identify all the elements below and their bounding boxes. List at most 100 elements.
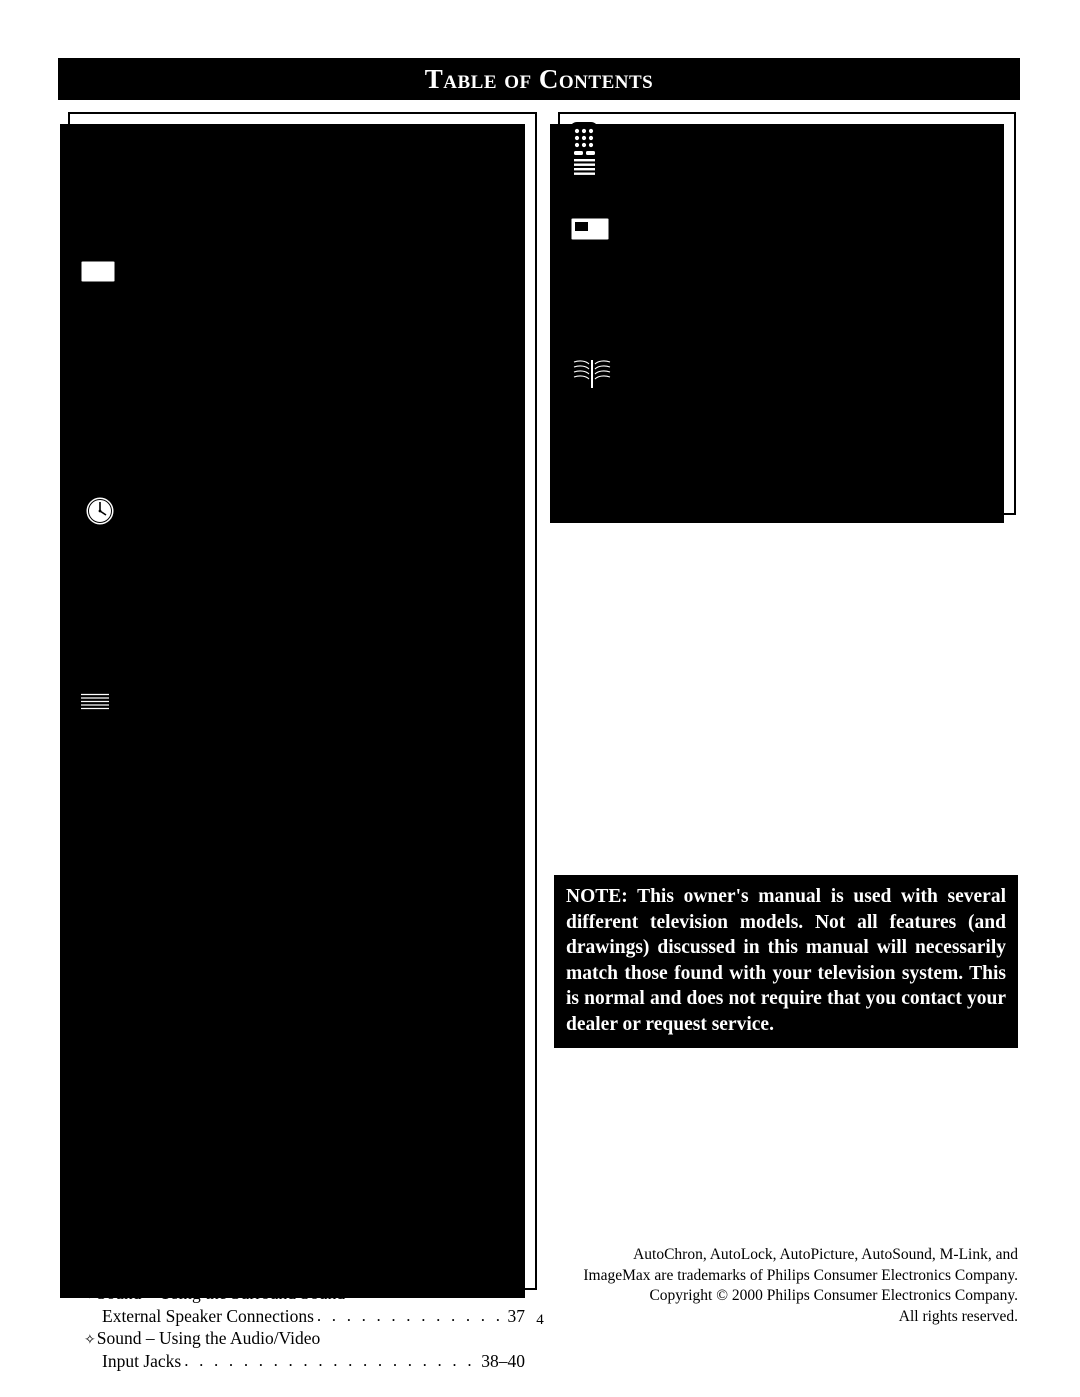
toc-entry-page-number: 10 [507,417,526,438]
toc-entry-label: Leveler) [102,1124,162,1145]
toc-entry[interactable]: ✧ Remote Control – Using AutoSoundTM. . .… [610,166,1004,191]
toc-entry[interactable]: ✧Turning ON the Dynamic Noise Reduction.… [84,324,525,347]
toc-entry[interactable]: ✧ Table of Contents. . . . . . . . . . . … [84,189,525,212]
toc-entry-label: Glossary of Television Terms [586,397,793,418]
toc-entry[interactable]: ✧ Glossary of Television Terms. . . . . .… [574,397,1004,420]
toc-entry[interactable]: ✧Sound – Using the TV Speaker Control. .… [84,1238,525,1261]
toc-entry[interactable]: ✧ AutoLockTM – Blocking by TV Rating. . .… [84,796,525,821]
toc-entry[interactable]: and Audio Output Jacks. . . . . . . . . … [78,1261,525,1282]
toc-entry[interactable]: ✧AutoLockTM – Blocking Broadcasts That. … [84,894,525,919]
toc-entry[interactable]: ✧ The Timer – Setting the Start Time. . .… [84,532,525,555]
toc-entry[interactable]: External Speaker Connections. . . . . . … [78,1306,525,1327]
toc-entry-label: Understanding AutoLockTM [132,697,327,718]
dot-leader: . . . . . . . . . . . . . . . . . . . . … [340,142,515,161]
toc-entry[interactable]: ✧Sound – Using the AVL (Audio Volume. . … [84,1102,525,1125]
toc-entry-page-number: 35 [507,1214,526,1235]
toc-entry[interactable]: ✧ Factory Service Locations. . . . . . . … [574,444,1004,467]
toc-entry[interactable]: ✧ Welcome/Registration of Your TV. . . . … [84,142,525,165]
toc-entry[interactable]: ✧ AutoLockTM – Blocking Channels. . . . .… [84,746,525,771]
toc-entry-label: Using the Closed Captioning Control [96,394,358,415]
toc-entry[interactable]: SAP (Second Audio Program). . . . . . . … [78,1193,525,1214]
diamond-bullet-icon: ✧ [120,513,132,529]
toc-entry-page-number: 26 [507,872,526,893]
toc-entry-page-number: 33 [507,1146,526,1167]
toc-entry[interactable]: ✧ The Timer – Setting Activate to ON or O… [84,626,525,649]
toc-entry[interactable]: Broadcasts. . . . . . . . . . . . . . . … [78,872,525,893]
dot-leader: . . . . . . . . . . . . . . . . . . . . … [399,722,507,742]
toc-entry[interactable]: ✧ Turning ON the ImageMaxTM Control. . . … [84,369,525,394]
toc-entry[interactable]: ✧ Remote Control – Using AutoPictureTM. .… [610,141,1004,166]
toc-entry[interactable]: ✧ Sound – Using Incredible Surround. . . … [84,1146,525,1169]
toc-entry[interactable]: Leveler). . . . . . . . . . . . . . . . … [78,1125,525,1146]
dot-leader: . . . . . . . . . . . . . . . . . . . . … [230,165,515,185]
toc-entry[interactable]: ✧ Safety/Precautions. . . . . . . . . . .… [84,165,525,188]
toc-entry[interactable]: ✧ AutoLockTM – Turning Block ON or OFF. .… [84,822,525,847]
toc-entry[interactable]: ✧ PIP – Adjusting the Color and Tint. . .… [574,306,1004,329]
toc-entry[interactable]: ✧Sound – Using the Audio/Video. . . . . … [84,1328,525,1351]
diamond-bullet-icon: ✧ [574,449,586,465]
toc-entry[interactable]: ✧ PIP – More Connections. . . . . . . . .… [574,330,1004,353]
toc-entry[interactable]: ✧ The Timer – Selecting the Channel. . . … [84,579,525,602]
toc-entry-page-number: 4 [516,188,525,209]
toc-entry-label: Turning ON the Dynamic Noise Reduction [96,324,398,345]
diamond-bullet-icon: ✧ [574,311,586,327]
dot-leader: . . . . . . . . . . . . . . . . . . . . … [348,1146,507,1166]
dot-leader: . . . . . . . . . . . . . . . . . . . . … [348,508,506,528]
toc-entry-page-number: 21 [507,722,526,743]
toc-entry[interactable]: ✧ The Timer – Setting the Clock. . . . . … [120,509,525,532]
toc-entry[interactable]: Control. . . . . . . . . . . . . . . . .… [78,347,525,368]
diamond-bullet-icon: ✧ [120,283,132,299]
toc-entry-label: Input Jacks [102,1351,182,1372]
toc-entry[interactable]: ✧ Adjusting the Picture. . . . . . . . . … [120,279,525,302]
toc-entry[interactable]: ✧ Using the Sleep Timer Control. . . . . … [84,464,525,487]
toc-entry[interactable]: ✧AutoLockTM – Blocking Unrated. . . . . … [84,847,525,872]
toc-entry-label: Sound – Setting the TV for Stereo and [96,1169,365,1190]
toc-entry[interactable]: ✧ Using the Closed Captioning Control. . … [84,394,525,417]
toc-entry[interactable]: ✧ PIP – Selecting the Signal Source. . . … [574,259,1004,282]
dot-leader: . . . . . . . . . . . . . . . . . . . . … [360,394,515,414]
diamond-bullet-icon: ✧ [574,472,586,488]
diamond-bullet-icon: ✧ [84,422,96,438]
diamond-bullet-icon: ✧ [84,193,96,209]
toc-entry[interactable]: ✧Sound – Setting the TV for Stereo and. … [84,1170,525,1193]
toc-entry[interactable]: ✧ Remote Control – Using Channel Surf. . … [574,192,1004,215]
toc-entry[interactable]: ✧AutoLockTM – Viewing Blocked. . . . . .… [84,966,525,991]
toc-entry[interactable]: ✧ PIP – Basic Connections. . . . . . . . … [610,236,1004,259]
toc-entry-page-number: 7 [516,347,525,368]
toc-entry[interactable]: Programming. . . . . . . . . . . . . . .… [78,991,525,1012]
toc-entry-label: AutoLockTM – Reviewing Your Settings [96,942,376,963]
dot-leader: . . . . . . . . . . . . . . . . . . . . … [181,872,507,892]
toc-entry[interactable]: ✧ AutoLockTM – Reviewing Your Settings. .… [84,940,525,965]
toc-entry[interactable]: ✧ The Timer – Selecting the Tuner. . . . … [84,602,525,625]
diamond-bullet-icon: ✧ [84,329,96,345]
toc-entry-label: The Timer – Selecting the Tuner [96,602,324,623]
toc-entry[interactable]: ✧ Sound – Setting the Volume. . . . . . .… [84,1078,525,1101]
toc-entry-page-number: 29 [507,990,526,1011]
toc-entry[interactable]: Have No Rating. . . . . . . . . . . . . … [78,919,525,940]
toc-entry[interactable]: ✧ AutoLockTM – Setting Up the Access Code… [84,721,525,746]
toc-entry[interactable]: ✧Sound – Using the Surround Sound. . . .… [84,1283,525,1306]
toc-section-the-pip-picture-in-picture-feature: The PIP (Picture-in-Picture) Feature [568,215,1004,246]
dot-leader: . . . . . . . . . . . . . . . . . . . . … [761,329,960,349]
toc-entry[interactable]: ✧ Using the Screen format Control. . . . … [84,418,525,441]
toc-entry[interactable]: ✧ Features. . . . . . . . . . . . . . . .… [84,212,525,235]
toc-entry[interactable]: ✧ Activating the Blue Mute Control. . . .… [84,441,525,464]
toc-entry[interactable]: ✧ Troubleshooting. . . . . . . . . . . . … [610,374,1004,397]
dot-leader: . . . . . . . . . . . . . . . . . . . . … [795,397,985,417]
toc-entry[interactable]: ✧ The Timer – Setting the Stop Time. . . … [84,556,525,579]
toc-entry-page-number: 23 [507,773,526,794]
diamond-bullet-icon: ✧ [84,469,96,485]
toc-left-column-content: Introduction ✧ Welcome/Registration of You… [70,114,535,1372]
toc-entry[interactable]: ✧ Sound – Adjusting the Treble, Bass, and… [120,1033,525,1056]
toc-entry[interactable]: and Balance. . . . . . . . . . . . . . .… [78,1057,525,1078]
toc-entry[interactable]: ✧ The Timer – Turning ON the Timer Displa… [84,649,525,672]
toc-entry[interactable]: ✧ PIP – Remote Control Buttons. . . . . .… [574,283,1004,306]
toc-entry[interactable]: ✧ Limited Warranty. . . . . . . . . . . .… [574,491,1004,514]
toc-entry[interactable]: ✧ AutoLockTM – Blocking by Movie Rating. … [84,771,525,796]
toc-entry[interactable]: ✧ Notes. . . . . . . . . . . . . . . . . … [574,468,1004,491]
diamond-bullet-icon: ✧ [84,752,96,768]
toc-entry[interactable]: ✧ Understanding AutoLockTM. . . . . . . .… [120,695,525,720]
toc-entry[interactable]: Input Jacks. . . . . . . . . . . . . . .… [78,1351,525,1372]
toc-entry[interactable]: ✧ Sound – Setting the Audio Out Control. … [84,1215,525,1238]
toc-entry[interactable]: ✧ Index. . . . . . . . . . . . . . . . . … [574,421,1004,444]
